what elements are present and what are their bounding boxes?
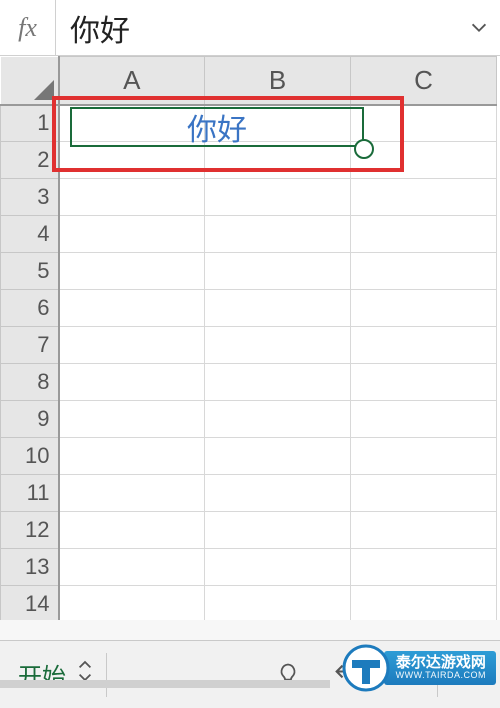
- spreadsheet-grid[interactable]: A B C 1 2 3 4 5 6 7 8 9 10 11 12 13 14 你…: [0, 56, 500, 620]
- cell-B12[interactable]: [205, 512, 351, 549]
- row-header-12[interactable]: 12: [1, 512, 59, 549]
- row-header-4[interactable]: 4: [1, 216, 59, 253]
- cell-A8[interactable]: [59, 364, 205, 401]
- cell-C5[interactable]: [351, 253, 497, 290]
- cell-B4[interactable]: [205, 216, 351, 253]
- cell-C11[interactable]: [351, 475, 497, 512]
- toolbar-separator: [106, 653, 107, 697]
- cell-A12[interactable]: [59, 512, 205, 549]
- expand-formula-bar-button[interactable]: [458, 0, 500, 55]
- cell-B8[interactable]: [205, 364, 351, 401]
- col-header-B[interactable]: B: [205, 57, 351, 105]
- cell-A13[interactable]: [59, 549, 205, 586]
- cell-B14[interactable]: [205, 586, 351, 621]
- row-header-5[interactable]: 5: [1, 253, 59, 290]
- fx-label[interactable]: fx: [0, 0, 56, 55]
- row-header-10[interactable]: 10: [1, 438, 59, 475]
- row-header-13[interactable]: 13: [1, 549, 59, 586]
- cell-B10[interactable]: [205, 438, 351, 475]
- cell-A14[interactable]: [59, 586, 205, 621]
- watermark-host: WWW.TAIRDA.COM: [396, 671, 486, 680]
- cell-C14[interactable]: [351, 586, 497, 621]
- chevron-down-icon: [468, 17, 490, 39]
- col-header-C[interactable]: C: [351, 57, 497, 105]
- cell-C8[interactable]: [351, 364, 497, 401]
- select-all-corner[interactable]: [1, 57, 59, 105]
- cell-A4[interactable]: [59, 216, 205, 253]
- cell-C13[interactable]: [351, 549, 497, 586]
- cell-A2[interactable]: [59, 142, 205, 179]
- cell-B7[interactable]: [205, 327, 351, 364]
- formula-input[interactable]: [56, 0, 458, 55]
- cell-A10[interactable]: [59, 438, 205, 475]
- watermark-title: 泰尔达游戏网: [396, 655, 486, 671]
- cell-C4[interactable]: [351, 216, 497, 253]
- row-header-9[interactable]: 9: [1, 401, 59, 438]
- cell-B11[interactable]: [205, 475, 351, 512]
- cell-C10[interactable]: [351, 438, 497, 475]
- cell-A9[interactable]: [59, 401, 205, 438]
- grid-table: A B C 1 2 3 4 5 6 7 8 9 10 11 12 13 14: [0, 56, 497, 620]
- cell-B5[interactable]: [205, 253, 351, 290]
- cell-B3[interactable]: [205, 179, 351, 216]
- cell-C12[interactable]: [351, 512, 497, 549]
- cell-A3[interactable]: [59, 179, 205, 216]
- cell-B6[interactable]: [205, 290, 351, 327]
- cell-A5[interactable]: [59, 253, 205, 290]
- cell-C3[interactable]: [351, 179, 497, 216]
- watermark-logo-icon: [342, 644, 390, 692]
- cell-B9[interactable]: [205, 401, 351, 438]
- watermark-text: 泰尔达游戏网 WWW.TAIRDA.COM: [384, 651, 496, 684]
- cell-A6[interactable]: [59, 290, 205, 327]
- watermark-overlay: 泰尔达游戏网 WWW.TAIRDA.COM: [342, 644, 496, 692]
- cell-A1[interactable]: [59, 105, 205, 142]
- row-header-7[interactable]: 7: [1, 327, 59, 364]
- row-header-8[interactable]: 8: [1, 364, 59, 401]
- row-header-6[interactable]: 6: [1, 290, 59, 327]
- cell-B2[interactable]: [205, 142, 351, 179]
- cell-C6[interactable]: [351, 290, 497, 327]
- cell-A11[interactable]: [59, 475, 205, 512]
- cell-C7[interactable]: [351, 327, 497, 364]
- fx-text: fx: [18, 13, 37, 43]
- formula-bar: fx: [0, 0, 500, 56]
- cell-C1[interactable]: [351, 105, 497, 142]
- tell-me-button[interactable]: [259, 641, 317, 708]
- cell-B13[interactable]: [205, 549, 351, 586]
- row-header-14[interactable]: 14: [1, 586, 59, 621]
- horizontal-scrollbar[interactable]: [0, 680, 330, 688]
- row-header-2[interactable]: 2: [1, 142, 59, 179]
- row-header-1[interactable]: 1: [1, 105, 59, 142]
- up-down-chevron-icon: [76, 660, 94, 682]
- cell-A7[interactable]: [59, 327, 205, 364]
- row-header-3[interactable]: 3: [1, 179, 59, 216]
- cell-C9[interactable]: [351, 401, 497, 438]
- row-header-11[interactable]: 11: [1, 475, 59, 512]
- cell-B1[interactable]: [205, 105, 351, 142]
- col-header-A[interactable]: A: [59, 57, 205, 105]
- cell-C2[interactable]: [351, 142, 497, 179]
